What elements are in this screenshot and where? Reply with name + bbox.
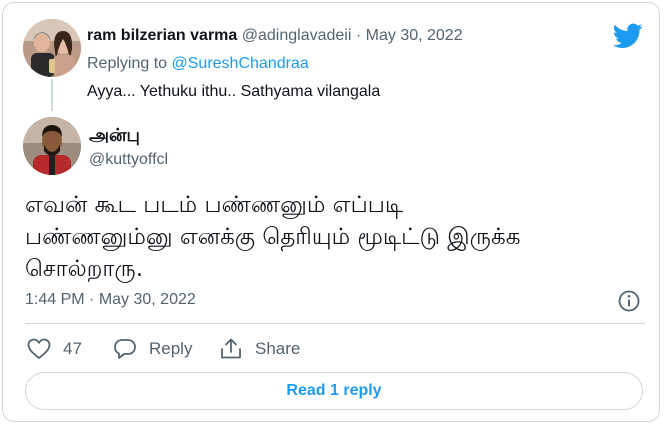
tweet-time: 1:44 PM	[25, 291, 85, 308]
avatar-photo-man-icon	[23, 117, 81, 175]
tweet-card: ram bilzerian varma @adinglavadeii · May…	[2, 2, 660, 422]
reply-author-row: ram bilzerian varma @adinglavadeii · May…	[87, 27, 463, 45]
tweet-text-line: சொல்றாரு.	[25, 256, 144, 282]
main-author-name[interactable]: அன்பு	[89, 125, 140, 148]
reply-button[interactable]: Reply	[113, 337, 192, 361]
read-replies-button[interactable]: Read 1 reply	[25, 372, 643, 410]
twitter-bird-icon[interactable]	[613, 23, 643, 49]
main-author-avatar[interactable]	[23, 117, 81, 175]
tweet-text-line: பண்ணனும்னு எனக்கு தெரியும் மூடிட்டு இருக…	[25, 224, 521, 250]
reply-author-avatar[interactable]	[23, 19, 81, 77]
share-label: Share	[255, 339, 301, 358]
main-tweet-text: எவன் கூட படம் பண்ணனும் எப்படி பண்ணனும்னு…	[25, 189, 645, 285]
tweet-date: May 30, 2022	[98, 291, 196, 308]
replying-to-line: Replying to @SureshChandraa	[87, 55, 309, 73]
thread-connector-line	[51, 79, 53, 111]
heart-icon	[27, 338, 51, 359]
tweet-text-line: எவன் கூட படம் பண்ணனும் எப்படி	[25, 192, 404, 218]
timestamp-separator: ·	[84, 291, 99, 308]
share-icon	[221, 338, 241, 359]
reply-meta-separator: ·	[355, 27, 362, 44]
avatar-photo-couple-icon	[23, 19, 81, 77]
share-button[interactable]: Share	[219, 337, 300, 361]
tweet-timestamp[interactable]: 1:44 PM · May 30, 2022	[25, 291, 196, 309]
like-count: 47	[63, 339, 82, 358]
like-button[interactable]: 47	[27, 337, 82, 361]
info-icon[interactable]	[617, 289, 641, 313]
reply-author-handle[interactable]: @adinglavadeii	[242, 27, 352, 44]
reply-label: Reply	[149, 339, 193, 358]
replying-prefix: Replying to	[87, 55, 172, 72]
main-author-handle[interactable]: @kuttyoffcl	[89, 151, 168, 169]
speech-bubble-icon	[114, 339, 136, 359]
replying-to-handle-link[interactable]: @SureshChandraa	[172, 55, 309, 72]
reply-date[interactable]: May 30, 2022	[366, 27, 463, 44]
divider	[25, 323, 645, 324]
reply-tweet-text: Ayya... Yethuku ithu.. Sathyama vilangal…	[87, 83, 381, 100]
reply-author-name[interactable]: ram bilzerian varma	[87, 27, 237, 44]
